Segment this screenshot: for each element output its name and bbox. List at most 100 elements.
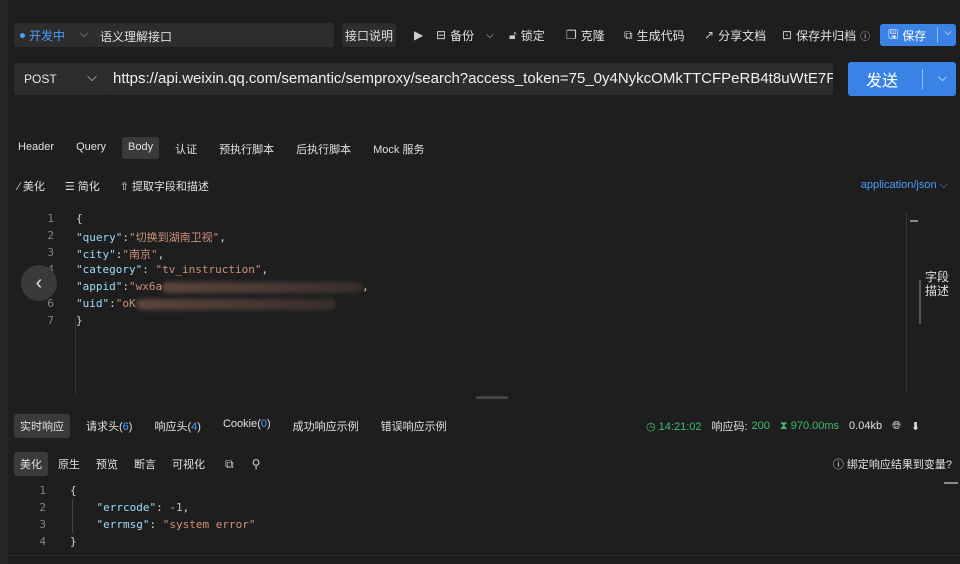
line-number: 1 bbox=[39, 484, 46, 497]
tab-realtime-response[interactable]: 实时响应 bbox=[14, 414, 70, 438]
code-line: 5 "appid":"wx6a, bbox=[8, 280, 908, 297]
code-text: "query":"切换到湖南卫视", bbox=[76, 231, 226, 244]
search-icon[interactable]: ⚲ bbox=[252, 457, 261, 471]
backup-button[interactable]: ⊟ 备份 ⌵ bbox=[436, 23, 494, 47]
environment-selector[interactable]: 开发中 ⌵ bbox=[14, 23, 94, 47]
json-key: "query" bbox=[76, 231, 123, 244]
json-value: "南京" bbox=[122, 248, 158, 261]
extract-fields-button[interactable]: ⇧ 提取字段和描述 bbox=[120, 178, 209, 194]
chevron-down-icon[interactable]: ⌵ bbox=[944, 27, 952, 38]
response-time: ◷ 14:21:02 bbox=[646, 420, 702, 433]
line-number: 2 bbox=[47, 229, 54, 242]
generate-code-button[interactable]: ⧉ 生成代码 bbox=[624, 23, 685, 47]
generate-code-label: 生成代码 bbox=[636, 28, 685, 43]
save-label: 保存 bbox=[902, 28, 927, 43]
content-type-select[interactable]: application/json ⌵ bbox=[861, 179, 948, 192]
archive-icon: ⊡ bbox=[782, 28, 793, 42]
side-panel-handle[interactable] bbox=[919, 280, 921, 324]
bind-response-variable[interactable]: ⓘ 绑定响应结果到变量? bbox=[833, 456, 952, 472]
extract-fields-label: 提取字段和描述 bbox=[131, 181, 209, 193]
bind-variable-label: 绑定响应结果到变量? bbox=[846, 459, 952, 471]
tab-header[interactable]: Header bbox=[12, 137, 60, 159]
editor-gutter-line bbox=[75, 318, 76, 394]
json-key: "appid" bbox=[76, 280, 123, 293]
request-body-editor[interactable]: 1 { 2 "query":"切换到湖南卫视", 3 "city":"南京", … bbox=[8, 210, 908, 396]
tab-success-example[interactable]: 成功响应示例 bbox=[287, 414, 365, 438]
backup-icon: ⊟ bbox=[436, 28, 447, 42]
tab-auth[interactable]: 认证 bbox=[169, 137, 203, 159]
code-line: 1 { bbox=[8, 484, 908, 501]
tab-request-headers[interactable]: 请求头(6) bbox=[80, 414, 138, 438]
tab-post-script[interactable]: 后执行脚本 bbox=[290, 137, 357, 159]
download-icon[interactable]: ⬇ bbox=[911, 420, 920, 433]
tab-query[interactable]: Query bbox=[70, 137, 112, 159]
json-value: -1 bbox=[169, 501, 183, 514]
field-description-toggle[interactable]: 字段描述 bbox=[922, 270, 952, 298]
code-text: "appid":"wx6a, bbox=[76, 280, 369, 293]
json-value: "oK bbox=[115, 297, 136, 310]
http-method-select[interactable]: POST ⌵ bbox=[14, 63, 106, 95]
clock-icon: ◷ bbox=[646, 420, 656, 433]
panel-resize-handle[interactable] bbox=[476, 396, 508, 399]
code-text: "city":"南京", bbox=[76, 248, 165, 261]
api-name-field[interactable]: 语义理解接口 bbox=[92, 23, 334, 47]
lock-button[interactable]: 🔓︎ 锁定 bbox=[509, 23, 545, 47]
hourglass-icon: ⧗ bbox=[779, 419, 788, 432]
duration-value: 970.00ms bbox=[790, 419, 840, 432]
run-button[interactable]: ▶ bbox=[414, 23, 423, 47]
save-icon: 🖫︎ bbox=[888, 26, 899, 41]
code-line: 3 "errmsg": "system error" bbox=[8, 518, 908, 535]
env-status-dot bbox=[20, 32, 25, 38]
tab-raw[interactable]: 原生 bbox=[52, 452, 86, 476]
json-key: "errmsg" bbox=[96, 518, 150, 531]
tab-assertion[interactable]: 断言 bbox=[128, 452, 162, 476]
send-button[interactable]: 发送 ⌵ bbox=[848, 62, 956, 96]
clone-button[interactable]: ❐ 克隆 bbox=[566, 23, 605, 47]
response-scrollbar[interactable] bbox=[944, 482, 958, 486]
tab-response-headers[interactable]: 响应头(4) bbox=[148, 414, 206, 438]
code-line: 7 } bbox=[8, 314, 908, 331]
beautify-button[interactable]: ⁄ 美化 bbox=[18, 178, 45, 194]
chevron-down-icon: ⌵ bbox=[79, 28, 88, 40]
code-text: { bbox=[70, 484, 77, 497]
url-input[interactable]: https://api.weixin.qq.com/semantic/sempr… bbox=[105, 63, 833, 95]
save-archive-button[interactable]: ⊡ 保存并归档 ⓘ bbox=[782, 23, 870, 47]
response-tabs: 实时响应 请求头(6) 响应头(4) Cookie(0) 成功响应示例 错误响应… bbox=[14, 414, 463, 438]
send-label: 发送 bbox=[866, 73, 899, 90]
indent-guide bbox=[72, 499, 73, 533]
tab-cookie[interactable]: Cookie(0) bbox=[217, 414, 277, 438]
editor-scrollbar[interactable] bbox=[906, 212, 920, 392]
copy-icon[interactable]: ⧉ bbox=[225, 457, 234, 472]
api-doc-button[interactable]: 接口说明 bbox=[342, 23, 396, 47]
tab-pre-script[interactable]: 预执行脚本 bbox=[213, 137, 280, 159]
code-text: "uid":"oK bbox=[76, 297, 336, 310]
tab-error-example[interactable]: 错误响应示例 bbox=[375, 414, 453, 438]
tab-preview[interactable]: 预览 bbox=[90, 452, 124, 476]
share-icon: ↗ bbox=[704, 28, 715, 42]
share-doc-button[interactable]: ↗ 分享文档 bbox=[704, 23, 766, 47]
lock-label: 锁定 bbox=[520, 28, 545, 43]
clone-icon: ❐ bbox=[566, 28, 577, 42]
globe-icon[interactable]: 🌐︎ bbox=[892, 420, 901, 433]
request-tabs: Header Query Body 认证 预执行脚本 后执行脚本 Mock 服务 bbox=[12, 137, 440, 159]
scrollbar-thumb[interactable] bbox=[910, 220, 918, 222]
json-key: "uid" bbox=[76, 297, 110, 310]
beautify-label: 美化 bbox=[22, 181, 45, 193]
back-button[interactable]: ‹ bbox=[21, 265, 57, 301]
code-text: } bbox=[70, 535, 77, 548]
tab-beautify[interactable]: 美化 bbox=[14, 452, 48, 476]
save-button[interactable]: 🖫︎ 保存 ⌵ bbox=[880, 24, 956, 46]
horizontal-scrollbar[interactable] bbox=[8, 555, 960, 564]
tab-mock[interactable]: Mock 服务 bbox=[367, 137, 430, 159]
response-body-viewer[interactable]: 1 { 2 "errcode": -1, 3 "errmsg": "system… bbox=[8, 482, 948, 562]
code-line: 4 } bbox=[8, 535, 908, 552]
simplify-button[interactable]: ☰ 简化 bbox=[65, 178, 100, 194]
tab-body[interactable]: Body bbox=[122, 137, 160, 159]
code-text: { bbox=[76, 212, 83, 225]
chevron-down-icon: ⌵ bbox=[87, 69, 97, 84]
chevron-down-icon[interactable]: ⌵ bbox=[938, 70, 947, 85]
tab-visualize[interactable]: 可视化 bbox=[166, 452, 211, 476]
save-split-divider bbox=[937, 27, 938, 43]
help-icon[interactable]: ⓘ bbox=[860, 28, 870, 43]
simplify-label: 简化 bbox=[77, 181, 100, 193]
